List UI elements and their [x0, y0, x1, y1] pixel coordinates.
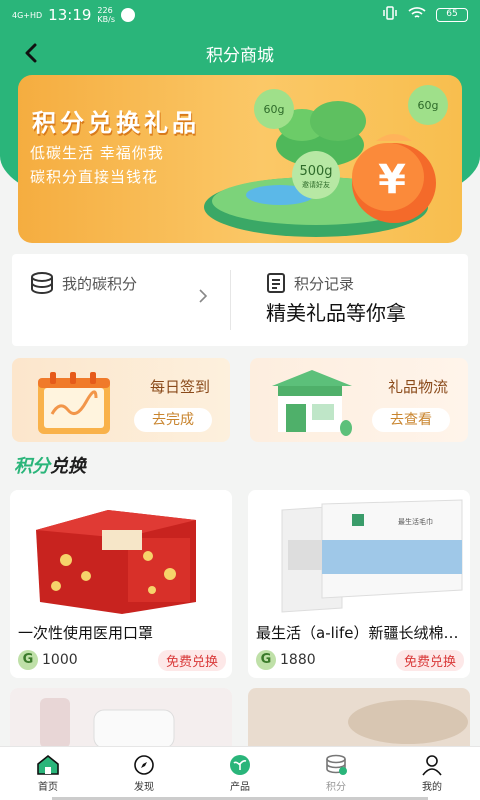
calendar-icon: [38, 372, 110, 434]
coins-stack-icon: [31, 272, 53, 294]
document-icon: [267, 273, 285, 293]
product-card[interactable]: 最生活毛巾 最生活（a-life）新疆长绒棉毛巾 G 1880 免费兑换: [248, 490, 470, 678]
sprout-icon: [230, 755, 250, 775]
badge-left: 60g: [264, 103, 285, 116]
compass-icon: [134, 755, 154, 775]
tab-points[interactable]: 积分: [288, 747, 384, 800]
notification-icon: [121, 8, 136, 22]
g-coin-icon: G: [18, 650, 38, 670]
battery-indicator: 65: [436, 8, 468, 22]
gift-logistics-card[interactable]: 礼品物流 去查看: [250, 358, 468, 442]
page-title: 积分商城: [206, 45, 274, 66]
divider: [230, 270, 231, 330]
product-card-partial[interactable]: [248, 688, 470, 748]
section-title: 积分兑换: [14, 456, 86, 477]
banner-subtitle: 低碳生活 幸福你我 碳积分直接当钱花: [30, 144, 164, 186]
tab-discover[interactable]: 发现: [96, 747, 192, 800]
points-record-label: 积分记录: [294, 274, 355, 293]
banner-island-illustration: 60g 60g 500g 邀请好友 ¥: [204, 85, 448, 237]
bottom-tab-bar: 首页 发现 产品 积分 我的: [0, 746, 480, 800]
chevron-right-icon[interactable]: [198, 288, 208, 304]
tab-products[interactable]: 产品: [192, 747, 288, 800]
kettle-image: [10, 688, 232, 748]
back-arrow-icon: [25, 43, 37, 63]
mask-box-image: [10, 490, 232, 618]
points-record-desc: 精美礼品等你拿: [266, 301, 406, 325]
tab-mine[interactable]: 我的: [384, 747, 480, 800]
points-card: 我的碳积分 积分记录 精美礼品等你拿: [12, 254, 468, 346]
coins-icon: [326, 754, 347, 775]
status-time: 13:19: [48, 6, 92, 24]
wifi-icon: [408, 6, 426, 24]
redeem-button[interactable]: 免费兑换: [395, 650, 464, 671]
logistics-label: 礼品物流: [387, 378, 448, 396]
tab-home[interactable]: 首页: [0, 747, 96, 800]
promo-banner[interactable]: 积分兑换礼品 低碳生活 幸福你我 碳积分直接当钱花 60g 60g 500g 邀…: [18, 75, 462, 243]
network-indicator: 4G+HD: [12, 10, 43, 20]
daily-signin-card[interactable]: 每日签到 去完成: [12, 358, 230, 442]
product-card[interactable]: 一次性使用医用口罩 G 1000 免费兑换: [10, 490, 232, 678]
yen-icon: ¥: [378, 157, 406, 203]
network-speed: 226 KB/s: [97, 6, 116, 24]
product-price: G 1880: [256, 650, 316, 670]
svg-text:最生活毛巾: 最生活毛巾: [398, 517, 433, 526]
product-name: 一次性使用医用口罩: [18, 624, 154, 642]
g-coin-icon: G: [256, 650, 276, 670]
logistics-button[interactable]: 去查看: [372, 408, 450, 432]
redeem-button[interactable]: 免费兑换: [157, 650, 226, 671]
badge-center: 500g: [299, 164, 332, 179]
points-record-link[interactable]: 积分记录: [266, 272, 354, 294]
home-icon: [37, 754, 59, 775]
product-price: G 1000: [18, 650, 78, 670]
badge-right: 60g: [418, 99, 439, 112]
signin-label: 每日签到: [149, 378, 210, 396]
product-name: 最生活（a-life）新疆长绒棉毛巾: [256, 624, 464, 642]
status-bar: 4G+HD 13:19 226 KB/s 65: [0, 0, 480, 30]
towel-image: 最生活毛巾: [248, 490, 470, 618]
store-icon: [272, 370, 352, 436]
product-card-partial[interactable]: [10, 688, 232, 748]
app-header: 积分商城: [0, 30, 480, 76]
my-points-link[interactable]: 我的碳积分: [30, 272, 137, 294]
my-points-label: 我的碳积分: [62, 274, 138, 293]
vibrate-icon: [382, 6, 398, 24]
person-icon: [422, 755, 442, 776]
badge-center-sub: 邀请好友: [302, 180, 330, 189]
banner-title: 积分兑换礼品: [32, 109, 200, 137]
signin-button[interactable]: 去完成: [134, 408, 212, 432]
slipper-image: [248, 688, 470, 748]
back-button[interactable]: [18, 40, 44, 66]
